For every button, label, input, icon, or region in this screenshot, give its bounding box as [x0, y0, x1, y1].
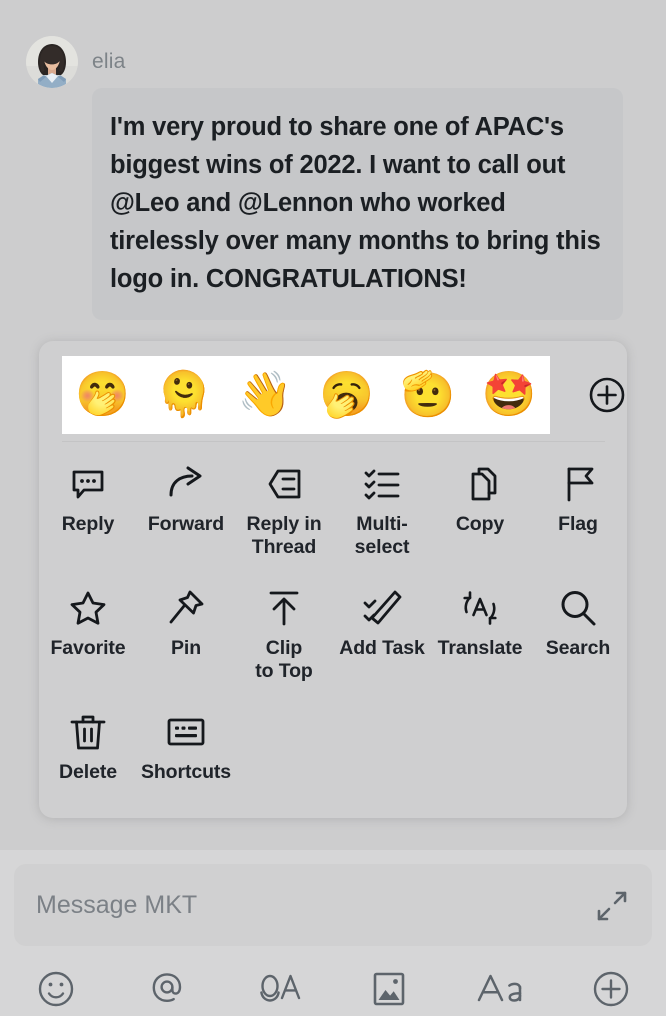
trash-icon	[68, 711, 108, 753]
pencil-check-icon	[362, 587, 402, 629]
action-label: Clip to Top	[255, 637, 313, 682]
forward-arrow-icon	[166, 463, 206, 505]
action-label: Reply	[61, 513, 115, 535]
chat-message-area: elia I'm very proud to share one of APAC…	[0, 0, 666, 850]
message-input[interactable]	[36, 864, 576, 946]
action-translate[interactable]: Translate	[431, 575, 529, 699]
text-format-aa-icon[interactable]	[444, 962, 555, 1016]
action-label: Flag	[558, 513, 598, 535]
action-search[interactable]: Search	[529, 575, 627, 699]
action-multi-select[interactable]: Multi- select	[333, 451, 431, 575]
copy-icon	[460, 463, 500, 505]
translate-a-icon	[460, 587, 500, 629]
magnifier-icon	[558, 587, 598, 629]
sender-name: elia	[92, 50, 126, 73]
action-pin[interactable]: Pin	[137, 575, 235, 699]
action-favorite[interactable]: Favorite	[39, 575, 137, 699]
emoji-quick-picker: 🤭 🫠 👋 🥱 🫡 🤩	[62, 356, 550, 434]
star-icon	[68, 587, 108, 629]
action-reply[interactable]: Reply	[39, 451, 137, 575]
message-composer	[0, 850, 666, 1016]
action-grid: Reply Forward Reply in Thread Multi- select…	[39, 451, 627, 823]
checklist-icon	[362, 463, 402, 505]
plus-circle-icon[interactable]	[555, 962, 666, 1016]
message-context-menu: 🤭 🫠 👋 🥱 🫡 🤩 Reply Forward Reply in Thread Multi-…	[39, 341, 627, 818]
action-label: Favorite	[50, 637, 126, 659]
action-clip-to-top[interactable]: Clip to Top	[235, 575, 333, 699]
action-label: Multi- select	[354, 513, 410, 558]
message-text: I'm very proud to share one of APAC's bi…	[110, 113, 608, 293]
action-add-task[interactable]: Add Task	[333, 575, 431, 699]
message-input-shell[interactable]	[14, 864, 652, 946]
action-label: Reply in Thread	[246, 513, 322, 558]
smiley-face-icon[interactable]	[0, 962, 111, 1016]
action-copy[interactable]: Copy	[431, 451, 529, 575]
star-struck-emoji[interactable]: 🤩	[476, 362, 542, 428]
action-shortcuts[interactable]: Shortcuts	[137, 699, 235, 823]
sender-row: elia	[26, 36, 126, 88]
reply-in-thread-icon	[264, 463, 304, 505]
face-with-rolling-eyes-emoji[interactable]: 🫠	[151, 362, 217, 428]
voice-to-text-icon[interactable]	[222, 962, 333, 1016]
composer-toolbar	[0, 962, 666, 1016]
action-label: Copy	[455, 513, 505, 535]
action-delete[interactable]: Delete	[39, 699, 137, 823]
avatar[interactable]	[26, 36, 78, 88]
reply-bubble-icon	[68, 463, 108, 505]
plus-circle-icon[interactable]	[587, 375, 627, 415]
action-label: Translate	[437, 637, 523, 659]
emoji-reaction-row: 🤭 🫠 👋 🥱 🫡 🤩	[39, 356, 627, 434]
action-flag[interactable]: Flag	[529, 451, 627, 575]
action-label: Pin	[170, 637, 202, 659]
panel-divider	[62, 441, 605, 442]
at-sign-icon[interactable]	[111, 962, 222, 1016]
action-label: Search	[545, 637, 611, 659]
flag-icon	[558, 463, 598, 505]
action-forward[interactable]: Forward	[137, 451, 235, 575]
saluting-face-emoji[interactable]: 🫡	[395, 362, 461, 428]
arrow-up-to-bar-icon	[264, 587, 304, 629]
face-with-open-eyes-and-hand-over-mouth-emoji[interactable]: 🤭	[70, 362, 136, 428]
action-label: Shortcuts	[140, 761, 232, 783]
keyboard-shortcuts-icon	[166, 711, 206, 753]
pushpin-icon	[166, 587, 206, 629]
image-icon[interactable]	[333, 962, 444, 1016]
expand-diagonal-icon[interactable]	[594, 888, 630, 924]
action-reply-in-thread[interactable]: Reply in Thread	[235, 451, 333, 575]
action-label: Delete	[59, 761, 117, 783]
action-label: Forward	[147, 513, 225, 535]
yawning-face-emoji[interactable]: 🥱	[314, 362, 380, 428]
waving-hand-emoji[interactable]: 👋	[232, 362, 298, 428]
action-label: Add Task	[339, 637, 425, 659]
message-bubble[interactable]: I'm very proud to share one of APAC's bi…	[92, 88, 623, 320]
